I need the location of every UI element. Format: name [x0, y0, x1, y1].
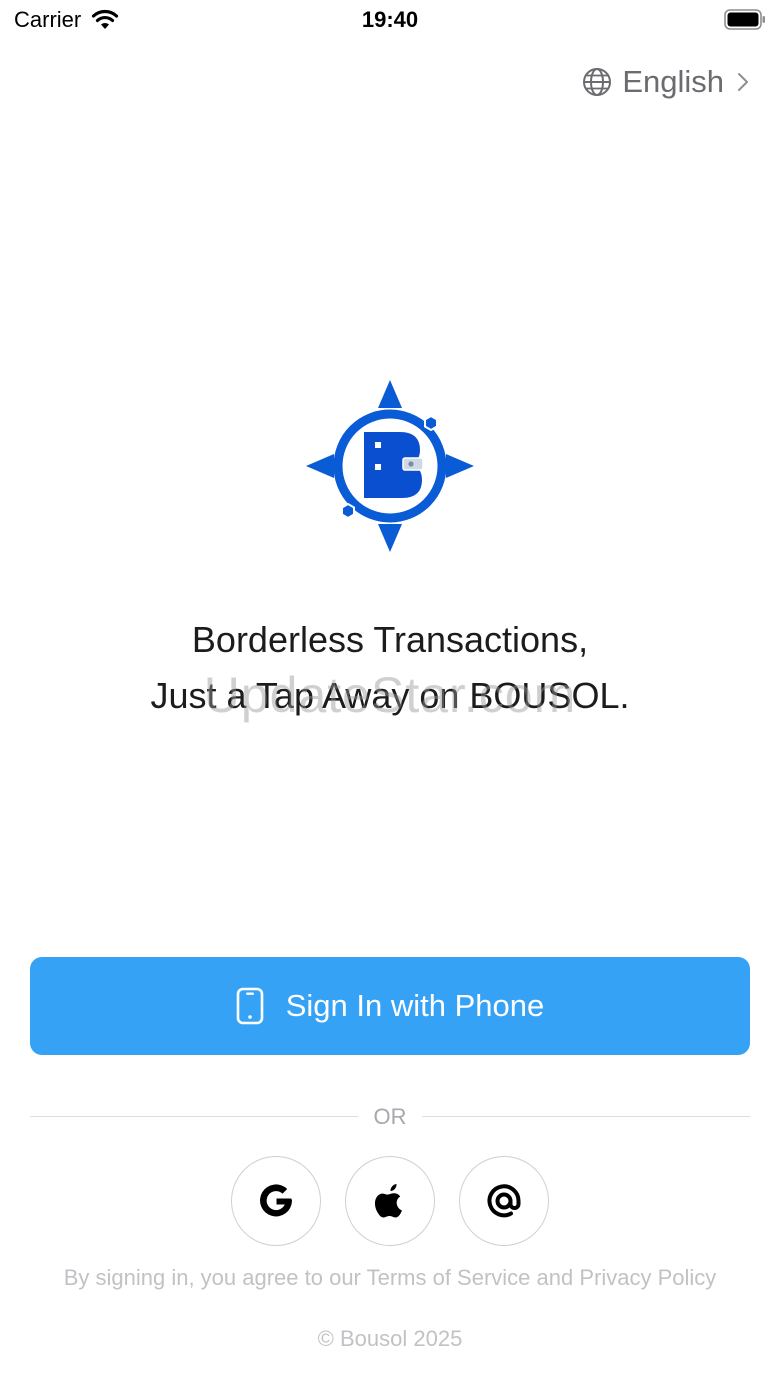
- tagline-line-2: Just a Tap Away on BOUSOL.: [150, 675, 630, 716]
- email-sign-in-button[interactable]: [459, 1156, 549, 1246]
- apple-icon: [374, 1184, 402, 1218]
- divider-line-right: [422, 1116, 750, 1117]
- google-icon: [260, 1184, 292, 1217]
- chevron-right-icon: [738, 73, 748, 91]
- tagline-line-1: Borderless Transactions,: [191, 619, 589, 660]
- language-label: English: [622, 64, 724, 99]
- or-label: OR: [373, 1104, 407, 1129]
- status-bar: Carrier 19:40: [0, 0, 780, 40]
- sign-in-with-phone-button[interactable]: Sign In with Phone: [30, 957, 750, 1055]
- phone-icon: [236, 987, 264, 1025]
- bousol-logo: [306, 380, 474, 552]
- google-sign-in-button[interactable]: [231, 1156, 321, 1246]
- or-divider: OR: [30, 1104, 750, 1129]
- apple-sign-in-button[interactable]: [345, 1156, 435, 1246]
- social-sign-in-row: [0, 1156, 780, 1246]
- status-time: 19:40: [361, 7, 419, 32]
- globe-icon: [583, 68, 612, 96]
- at-sign-icon: [487, 1184, 521, 1218]
- language-selector[interactable]: English: [582, 64, 748, 100]
- terms-notice: By signing in, you agree to our Terms of…: [63, 1265, 717, 1290]
- battery-icon: [724, 9, 765, 30]
- sign-in-with-phone-label: Sign In with Phone: [285, 988, 545, 1023]
- tagline: Borderless Transactions, Just a Tap Away…: [0, 612, 780, 724]
- copyright-text: © Bousol 2025: [317, 1326, 463, 1351]
